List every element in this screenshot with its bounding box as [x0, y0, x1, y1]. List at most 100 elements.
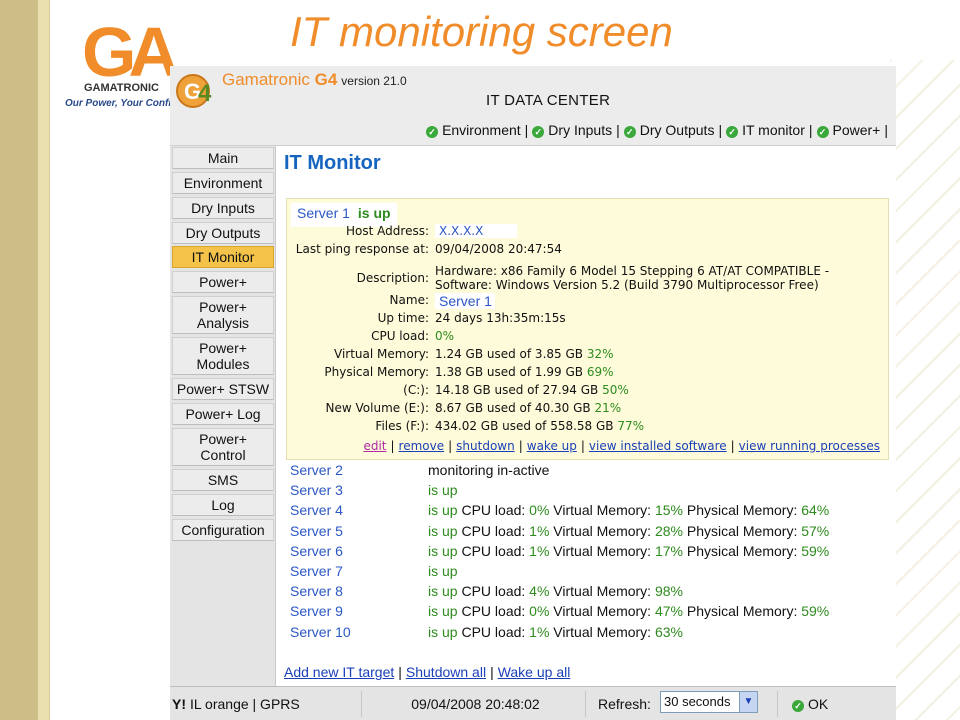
topnav-item[interactable]: ✓ Dry Outputs — [623, 122, 715, 138]
bottom-action-link[interactable]: Shutdown all — [406, 664, 486, 680]
server-row[interactable]: Server 10 is up CPU load: 1% Virtual Memo… — [290, 624, 894, 644]
sidebar-item[interactable]: Power+ — [172, 271, 274, 293]
detail-text: 1.24 GB used of 3.85 GB — [435, 347, 587, 361]
server-row[interactable]: Server 4 is up CPU load: 0% Virtual Memor… — [290, 502, 894, 522]
app-window: G 4 Gamatronic G4 version 21.0 IT DATA CE… — [170, 66, 896, 720]
check-icon: ✓ — [816, 126, 829, 138]
server-detail-panel: Server 1 is up edit | remove | shutdown | wake … — [286, 198, 889, 460]
topnav-label: Dry Outputs — [639, 122, 715, 138]
server-status: is up — [357, 205, 391, 221]
server-name[interactable]: Server 3 — [290, 482, 343, 498]
topnav-item[interactable]: ✓ Power+ — [816, 122, 880, 138]
action-link[interactable]: edit — [363, 439, 386, 453]
server-row[interactable]: Server 5 is up CPU load: 1% Virtual Memor… — [290, 523, 894, 543]
logo-brand: GAMATRONIC — [84, 82, 159, 94]
server-name[interactable]: Server 4 — [290, 502, 343, 518]
status-text: is up — [428, 522, 458, 539]
detail-label: Host Address: — [346, 224, 429, 238]
detail-row: New Volume (E:): 8.67 GB used of 40.30 GB… — [287, 401, 890, 419]
check-icon: ✓ — [532, 126, 545, 138]
server-row[interactable]: Server 8 is up CPU load: 4% Virtual Memor… — [290, 583, 894, 603]
server-row[interactable]: Server 3 is up — [290, 482, 894, 502]
server-name[interactable]: Server 8 — [290, 583, 343, 599]
topnav-item[interactable]: ✓ Environment — [426, 122, 521, 138]
sidebar-item[interactable]: Dry Outputs — [172, 222, 274, 244]
sidebar-item[interactable]: Main — [172, 147, 274, 169]
server-row[interactable]: Server 7 is up — [290, 563, 894, 583]
topnav-item[interactable]: ✓ Dry Inputs — [532, 122, 612, 138]
sidebar-item[interactable]: Power+ STSW — [172, 378, 274, 400]
server-status: is up — [428, 563, 458, 579]
bottom-action-link[interactable]: Add new IT target — [284, 664, 394, 680]
action-link[interactable]: view running processes — [739, 439, 880, 453]
server-row[interactable]: Server 6 is up CPU load: 1% Virtual Memor… — [290, 543, 894, 563]
server-status: is up CPU load: 0% Virtual Memory: 47% P… — [428, 603, 829, 619]
sidebar-item[interactable]: Configuration — [172, 519, 274, 541]
status-text: is up — [428, 603, 458, 620]
detail-row: Files (F:): 434.02 GB used of 558.58 GB 7… — [287, 419, 890, 437]
detail-label: Name: — [389, 293, 429, 307]
detail-label: (C:): — [403, 383, 429, 397]
server-name[interactable]: Server 10 — [290, 624, 351, 640]
sidebar-item[interactable]: Environment — [172, 172, 274, 194]
link-separator: | — [390, 439, 395, 453]
sidebar-item-label: Power+ STSW — [176, 381, 270, 397]
sidebar-item[interactable]: Log — [172, 494, 274, 516]
cpu-percent: 0% — [529, 502, 550, 519]
chevron-down-icon[interactable]: ▼ — [739, 692, 757, 712]
detail-row: Host Address: X.X.X.X — [287, 224, 890, 242]
sidebar: Main Environment Dry Inputs Dry Outputs IT M… — [170, 146, 276, 686]
slide-background-pattern — [890, 60, 960, 720]
sidebar-item[interactable]: Power+ Control — [172, 428, 274, 466]
sidebar-item[interactable]: IT Monitor — [172, 246, 274, 268]
topnav-item[interactable]: ✓ IT monitor — [726, 122, 805, 138]
server-name[interactable]: Server 9 — [290, 603, 343, 619]
signal-antenna-icon: Y! — [172, 696, 186, 712]
detail-value: 434.02 GB used of 558.58 GB 77% — [435, 419, 887, 433]
sidebar-item-label: Power+ — [199, 274, 247, 290]
sidebar-item[interactable]: Power+ Modules — [172, 337, 274, 375]
refresh-select[interactable]: 30 seconds ▼ — [660, 691, 758, 713]
sidebar-item[interactable]: Power+ Log — [172, 403, 274, 425]
server-name[interactable]: Server 7 — [290, 563, 343, 579]
action-link[interactable]: wake up — [527, 439, 577, 453]
server-status: is up CPU load: 4% Virtual Memory: 98% — [428, 583, 683, 599]
detail-value: 1.24 GB used of 3.85 GB 32% — [435, 347, 887, 361]
server-name[interactable]: Server 2 — [290, 462, 343, 478]
sidebar-item-label: Power+ Analysis — [196, 299, 250, 331]
status-text: is up — [428, 502, 458, 519]
cpu-percent: 1% — [529, 623, 550, 640]
server-name[interactable]: Server 5 — [290, 523, 343, 539]
sidebar-item[interactable]: Power+ Analysis — [172, 296, 274, 334]
server-row[interactable]: Server 2 monitoring in-active — [290, 462, 894, 482]
sidebar-item-label: Main — [207, 150, 239, 166]
gamatronic-logo: GA GAMATRONIC Our Power, Your Confide — [60, 12, 179, 112]
nav-separator: | — [524, 122, 529, 138]
topnav-label: Dry Inputs — [548, 122, 613, 138]
server-status: is up — [428, 482, 458, 498]
sidebar-item[interactable]: Dry Inputs — [172, 197, 274, 219]
detail-label: CPU load: — [371, 329, 429, 343]
detail-label: Physical Memory: — [324, 365, 429, 379]
app-name: Gamatronic G4 version 21.0 — [222, 70, 407, 90]
pm-percent: 59% — [801, 603, 830, 620]
detail-value: 0% — [435, 329, 887, 343]
app-version: version 21.0 — [341, 74, 407, 88]
action-link[interactable]: view installed software — [589, 439, 727, 453]
action-link[interactable]: remove — [399, 439, 445, 453]
usage-percent: 69% — [586, 365, 614, 379]
bottom-action-link[interactable]: Wake up all — [498, 664, 571, 680]
link-separator: | — [580, 439, 585, 453]
server-name[interactable]: Server 6 — [290, 543, 343, 559]
detail-row: Name: Server 1 — [287, 293, 890, 311]
bottom-actions: Add new IT target | Shutdown all | Wake up a… — [284, 664, 570, 680]
app-name-prefix: Gamatronic — [222, 70, 315, 89]
link-separator: | — [448, 439, 453, 453]
metric-label: CPU load: — [457, 522, 530, 539]
logo-tagline: Our Power, Your Confide — [65, 98, 173, 109]
server-row[interactable]: Server 9 is up CPU load: 0% Virtual Memor… — [290, 603, 894, 623]
cpu-percent: 0% — [529, 603, 550, 620]
sidebar-item[interactable]: SMS — [172, 469, 274, 491]
action-link[interactable]: shutdown — [456, 439, 515, 453]
metric-label: CPU load: — [457, 583, 530, 600]
